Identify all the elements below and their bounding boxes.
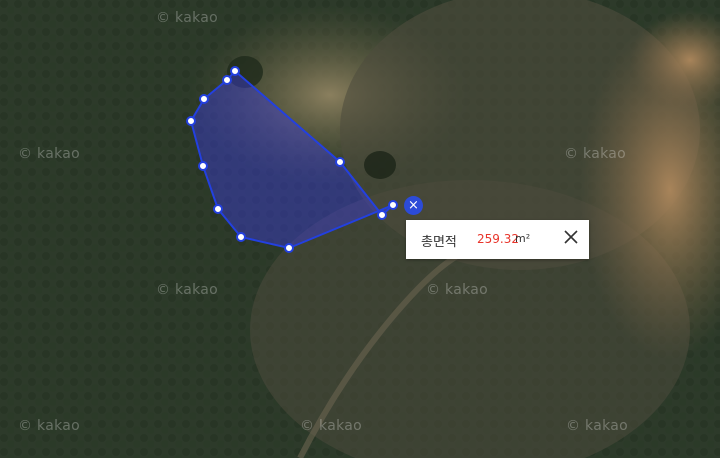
polygon-vertex-handle[interactable]: [284, 243, 294, 253]
area-info-popup: 총면적 259.32 m²: [406, 220, 589, 259]
polygon-vertex-handle[interactable]: [186, 116, 196, 126]
polygon-vertex-handle[interactable]: [335, 157, 345, 167]
satellite-map[interactable]: © kakao © kakao © kakao © kakao © kakao …: [0, 0, 720, 458]
polygon-vertex-handle[interactable]: [230, 66, 240, 76]
polygon-vertex-handle[interactable]: [198, 161, 208, 171]
remove-measure-icon[interactable]: ×: [404, 196, 423, 215]
area-unit: m²: [515, 232, 531, 245]
total-area-label: 총면적: [421, 235, 457, 250]
polygon-vertex-handle[interactable]: [388, 200, 398, 210]
measured-area-polygon[interactable]: [189, 69, 394, 250]
polygon-vertex-handle[interactable]: [213, 204, 223, 214]
polygon-vertex-handle[interactable]: [199, 94, 209, 104]
polygon-vertex-handle[interactable]: [377, 210, 387, 220]
close-icon[interactable]: [563, 229, 579, 245]
polygon-vertex-handle[interactable]: [236, 232, 246, 242]
polygon-vertex-handle[interactable]: [222, 75, 232, 85]
area-measure-overlay: [186, 66, 398, 253]
total-area-value: 259.32: [477, 232, 519, 246]
